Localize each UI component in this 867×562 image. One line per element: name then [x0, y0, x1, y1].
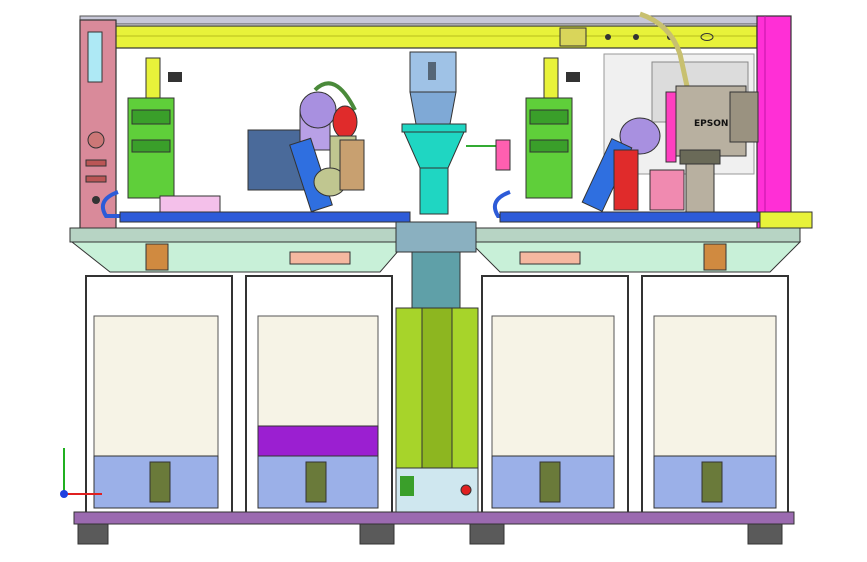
left-z-axis-module	[127, 57, 182, 199]
base-frame	[73, 511, 795, 545]
machine-assembly-drawing: EPSON	[60, 11, 813, 545]
left-column	[79, 19, 117, 231]
tray-stack-1	[93, 315, 219, 457]
gantry-beam	[111, 25, 758, 49]
bay-3	[481, 275, 629, 517]
bay-4	[641, 275, 789, 517]
right-z-axis-module	[525, 57, 580, 199]
bay-1	[85, 275, 233, 517]
axis-z	[60, 490, 68, 498]
top-gantry	[79, 15, 791, 49]
robot-brand-label: EPSON	[694, 119, 728, 129]
bay-2	[245, 275, 393, 517]
tray-stack-4	[653, 315, 777, 457]
left-cobot-arm	[247, 81, 365, 213]
center-column	[395, 221, 479, 515]
bay-2-highlight	[257, 425, 379, 457]
tray-stack-3	[491, 315, 615, 457]
center-hopper	[401, 51, 511, 215]
right-column	[756, 15, 792, 231]
